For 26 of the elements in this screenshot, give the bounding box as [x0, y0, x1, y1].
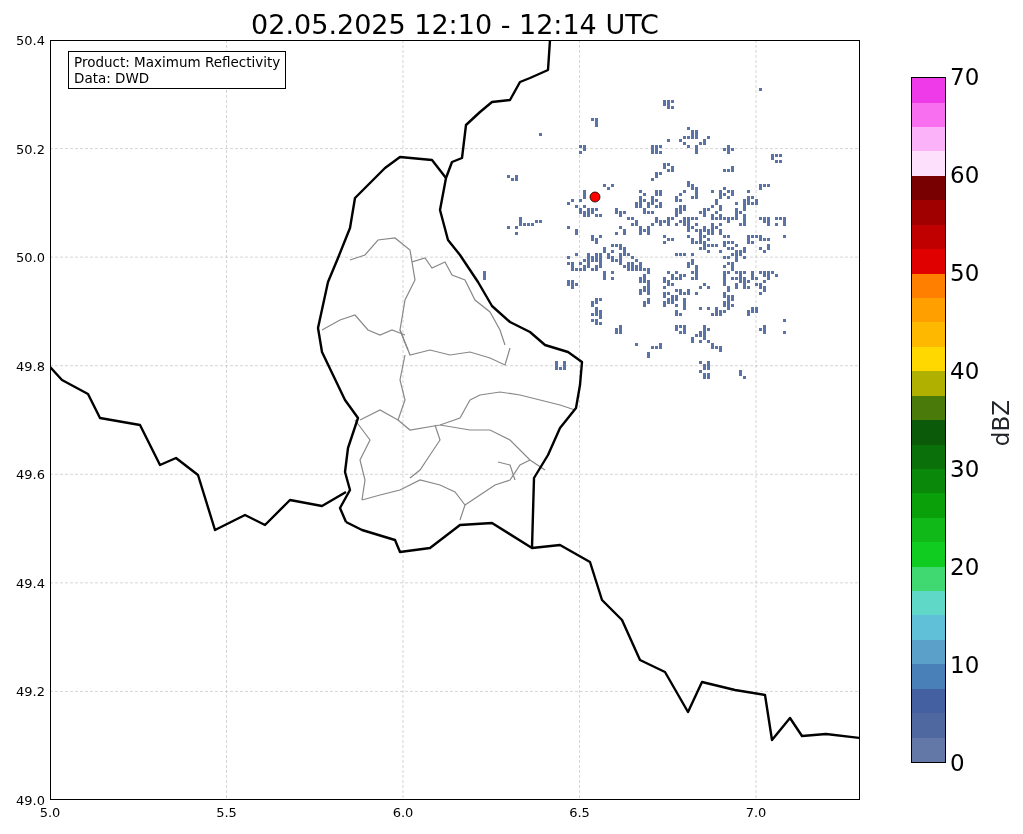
- colorbar-tick-label: 50: [950, 261, 980, 285]
- y-tick-label: 49.2: [16, 684, 45, 698]
- y-tick-label: 49.6: [16, 467, 45, 481]
- chart-title: 02.05.2025 12:10 - 12:14 UTC: [250, 11, 660, 40]
- x-tick-label: 5.0: [39, 806, 61, 819]
- y-tick-label: 50.2: [16, 142, 45, 156]
- colorbar-tick-label: 20: [950, 555, 980, 579]
- y-tick-label: 49.4: [16, 576, 45, 590]
- y-tick-label: 50.0: [16, 250, 45, 264]
- y-tick-label: 49.0: [16, 793, 45, 807]
- x-tick-label: 7.0: [745, 806, 767, 819]
- legend-text: Data: DWD: [74, 70, 151, 87]
- colorbar-tick-label: 0: [950, 751, 965, 775]
- x-tick-label: 6.5: [569, 806, 590, 819]
- colorbar-tick-label: 60: [950, 163, 980, 187]
- y-tick-label: 49.8: [16, 359, 45, 373]
- y-tick-label: 50.4: [16, 33, 45, 47]
- radar-site-marker: [589, 191, 601, 203]
- x-tick-label: 6.0: [392, 806, 414, 819]
- legend-text: Product: Maximum Reflectivity: [74, 54, 281, 71]
- colorbar-tick-label: 30: [950, 457, 980, 481]
- colorbar-tick-label: 40: [950, 359, 980, 383]
- colorbar-tick-label: 10: [950, 653, 980, 677]
- colorbar-label: dBZ: [990, 400, 1013, 447]
- colorbar-tick-label: 70: [950, 65, 980, 89]
- x-tick-label: 5.5: [216, 806, 237, 819]
